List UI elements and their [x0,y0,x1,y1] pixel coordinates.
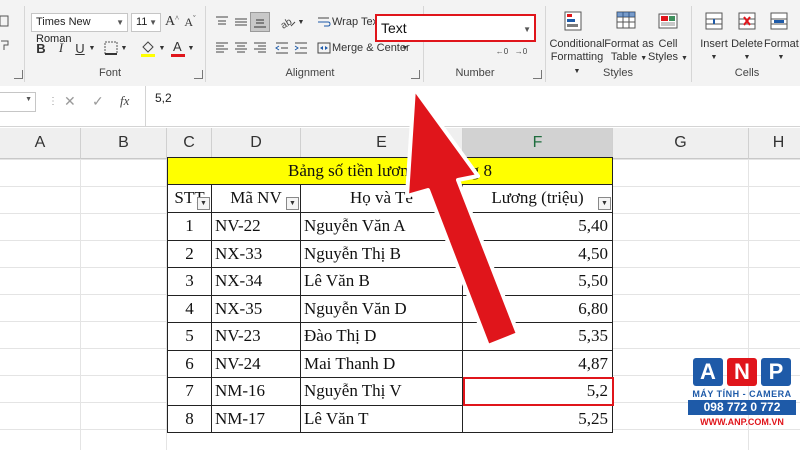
logo-website: WWW.ANP.COM.VN [700,417,784,427]
logo-letters: A N P [688,358,796,386]
logo-letter-p: P [761,358,791,386]
red-arrow-annotation [405,86,520,348]
anp-logo: A N P MÁY TÍNH - CAMERA 098 772 0 772 WW… [688,358,796,444]
logo-letter-n: N [727,358,757,386]
logo-phone: 098 772 0 772 [688,400,796,415]
logo-letter-a: A [693,358,723,386]
red-arrow-shape [405,86,520,348]
logo-tagline: MÁY TÍNH - CAMERA [692,389,792,399]
